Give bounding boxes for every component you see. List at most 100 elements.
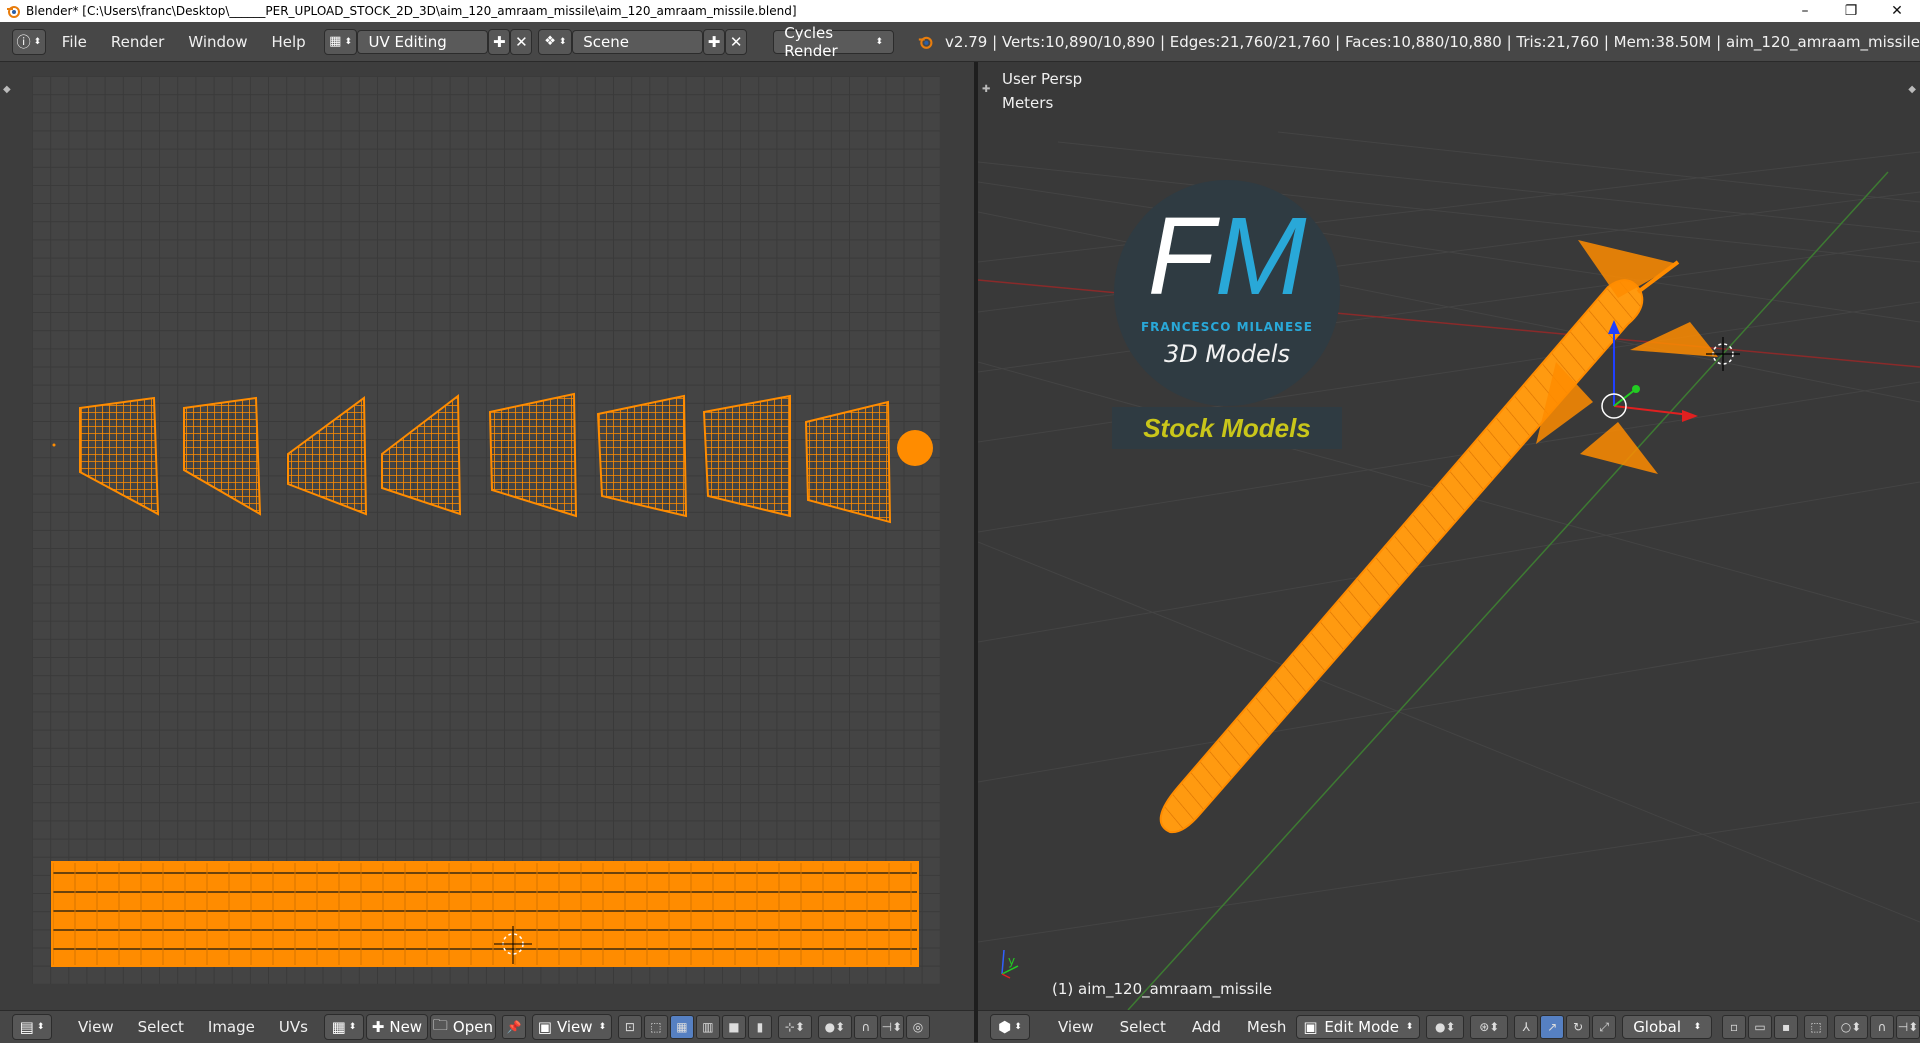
menu-file[interactable]: File bbox=[62, 33, 87, 51]
active-object-label: (1) aim_120_amraam_missile bbox=[1052, 980, 1273, 998]
view-mode-label: View bbox=[556, 1018, 593, 1036]
info-header: ⓘ ⬍ File Render Window Help ▦ ⬍ UV Editing… bbox=[0, 22, 1920, 62]
logo-subtitle: 3D Models bbox=[1164, 340, 1290, 368]
pivot-dropdown[interactable]: ⊹⬍ bbox=[777, 1015, 812, 1039]
delete-screen-button[interactable]: ✕ bbox=[510, 28, 533, 55]
orientation-dropdown[interactable]: Global ⬍ bbox=[1622, 1015, 1713, 1039]
y-handle-icon[interactable] bbox=[1632, 385, 1640, 393]
uv-island[interactable] bbox=[381, 394, 462, 516]
chevron-updown-icon: ⬍ bbox=[598, 1022, 607, 1032]
scale-manipulator-icon[interactable]: ⤢ bbox=[1592, 1015, 1617, 1039]
open-image-label: Open bbox=[452, 1018, 493, 1036]
browse-image-button[interactable]: ▦ ⬍ bbox=[323, 1014, 364, 1040]
add-screen-button[interactable]: ✚ bbox=[488, 28, 511, 55]
rotate-manipulator-icon[interactable]: ↻ bbox=[1566, 1015, 1591, 1039]
uv-menu-view[interactable]: View bbox=[78, 1018, 114, 1036]
limit-selection-icon[interactable]: ⬚ bbox=[1804, 1015, 1829, 1039]
close-button[interactable]: ✕ bbox=[1874, 0, 1920, 22]
edge-select-mode-icon[interactable]: ▭ bbox=[1748, 1015, 1773, 1039]
region-toggle-icon[interactable]: ◆ bbox=[1908, 84, 1916, 95]
uv-island[interactable] bbox=[804, 400, 892, 524]
add-scene-button[interactable]: ✚ bbox=[703, 28, 726, 55]
overlay-icon[interactable]: ◎ bbox=[905, 1015, 930, 1039]
3d-cursor-icon[interactable] bbox=[1706, 337, 1740, 371]
editor-type-image-button[interactable]: ▤ ⬍ bbox=[12, 1014, 52, 1040]
uv-island-body-strip[interactable] bbox=[51, 861, 919, 967]
island-select-icon[interactable]: ▮ bbox=[747, 1015, 772, 1039]
menu-render[interactable]: Render bbox=[111, 33, 164, 51]
scene-field[interactable]: Scene bbox=[572, 29, 704, 54]
open-image-button[interactable]: 🗀 Open bbox=[429, 1014, 496, 1040]
uv-select-mode-icon[interactable]: ⬚ bbox=[643, 1015, 668, 1039]
pin-icon[interactable]: 📌 bbox=[501, 1015, 526, 1039]
viewport-menu-select[interactable]: Select bbox=[1120, 1018, 1166, 1036]
uv-island[interactable] bbox=[183, 396, 262, 516]
viewport-menu-view[interactable]: View bbox=[1058, 1018, 1094, 1036]
proportional-edit-dropdown[interactable]: ●⬍ bbox=[817, 1015, 852, 1039]
menu-help[interactable]: Help bbox=[271, 33, 305, 51]
uv-menu-select[interactable]: Select bbox=[138, 1018, 184, 1036]
uv-image-editor[interactable]: ◆ bbox=[0, 62, 974, 1010]
translate-manipulator-icon[interactable]: ↗ bbox=[1540, 1015, 1565, 1039]
window-titlebar: Blender* [C:\Users\franc\Desktop\______P… bbox=[0, 0, 1920, 22]
uv-islands[interactable] bbox=[32, 76, 940, 984]
blender-logo-icon bbox=[918, 36, 933, 49]
fin[interactable] bbox=[1580, 422, 1658, 474]
fin[interactable] bbox=[1578, 240, 1678, 298]
region-toggle-icon[interactable]: ✚ bbox=[982, 84, 990, 95]
uv-island[interactable] bbox=[702, 394, 791, 518]
uv-island[interactable] bbox=[596, 394, 688, 518]
pivot-point-dropdown[interactable]: ⊛⬍ bbox=[1470, 1015, 1509, 1039]
screen-layout-selector[interactable]: ▦ ⬍ bbox=[323, 28, 358, 55]
sync-selection-icon[interactable]: ⊡ bbox=[617, 1015, 642, 1039]
menu-window[interactable]: Window bbox=[188, 33, 247, 51]
render-engine-dropdown[interactable]: Cycles Render ⬍ bbox=[773, 24, 894, 60]
view-mode-dropdown[interactable]: ▣ View ⬍ bbox=[531, 1014, 612, 1040]
shading-dropdown[interactable]: ●⬍ bbox=[1426, 1015, 1465, 1039]
face-select-icon[interactable]: ■ bbox=[721, 1015, 746, 1039]
proportional-editing-dropdown[interactable]: ○⬍ bbox=[1834, 1015, 1869, 1039]
uv-point[interactable] bbox=[52, 443, 56, 447]
uv-grid[interactable] bbox=[32, 76, 940, 984]
uv-island[interactable] bbox=[488, 392, 578, 518]
image-icon: ▦ bbox=[331, 1018, 346, 1036]
restore-button[interactable]: ❐ bbox=[1828, 0, 1874, 22]
new-image-button[interactable]: ✚ New bbox=[365, 1014, 428, 1040]
vertex-select-mode-icon[interactable]: ▫ bbox=[1722, 1015, 1747, 1039]
watermark-banner: Stock Models bbox=[1112, 407, 1342, 449]
minimize-button[interactable]: – bbox=[1782, 0, 1828, 22]
editor-type-info-button[interactable]: ⓘ ⬍ bbox=[12, 28, 46, 55]
viewport-menu-add[interactable]: Add bbox=[1192, 1018, 1221, 1036]
snap-element-icon[interactable]: ⊣⬍ bbox=[1896, 1015, 1920, 1039]
uv-island-fins[interactable] bbox=[79, 392, 892, 524]
uv-island[interactable] bbox=[79, 396, 160, 516]
stretch-icon[interactable]: ⊣⬍ bbox=[879, 1015, 904, 1039]
3d-viewport[interactable]: ✚ ◆ User Persp Meters y (1) aim_120_amra… bbox=[978, 62, 1920, 1010]
scene-selector[interactable]: ❖ ⬍ bbox=[538, 28, 573, 55]
plus-icon: ✚ bbox=[707, 32, 721, 51]
manipulator-toggle-icon[interactable]: ⅄ bbox=[1514, 1015, 1539, 1039]
viewport-menu-mesh[interactable]: Mesh bbox=[1247, 1018, 1287, 1036]
vertex-select-icon[interactable]: ▦ bbox=[669, 1015, 694, 1039]
watermark-logo: FM FRANCESCO MILANESE 3D Models bbox=[1114, 180, 1340, 406]
uv-menu-uvs[interactable]: UVs bbox=[279, 1018, 308, 1036]
edge-select-icon[interactable]: ▥ bbox=[695, 1015, 720, 1039]
mode-dropdown[interactable]: ▣ Edit Mode ⬍ bbox=[1296, 1015, 1421, 1039]
snap-icon[interactable]: ∩ bbox=[853, 1015, 878, 1039]
face-select-mode-icon[interactable]: ▪ bbox=[1774, 1015, 1799, 1039]
mode-label: Edit Mode bbox=[1324, 1018, 1400, 1036]
x-arrow-icon[interactable] bbox=[1682, 410, 1698, 422]
fin[interactable] bbox=[1630, 322, 1718, 357]
uv-menu-image[interactable]: Image bbox=[208, 1018, 255, 1036]
chevron-updown-icon: ⬍ bbox=[875, 36, 883, 47]
region-toggle-icon[interactable]: ◆ bbox=[3, 84, 11, 95]
delete-scene-button[interactable]: ✕ bbox=[725, 28, 748, 55]
screen-layout-field[interactable]: UV Editing bbox=[357, 29, 489, 54]
snap-toggle-icon[interactable]: ∩ bbox=[1870, 1015, 1895, 1039]
uv-island[interactable] bbox=[287, 396, 368, 516]
scene-statistics: v2.79 | Verts:10,890/10,890 | Edges:21,7… bbox=[945, 32, 1920, 51]
chevron-updown-icon: ⬍ bbox=[1405, 1022, 1414, 1032]
viewport-header: ⬢ ⬍ View Select Add Mesh ▣ Edit Mode ⬍ ●⬍ ⊛… bbox=[978, 1010, 1920, 1043]
uv-island-cap[interactable] bbox=[897, 430, 933, 466]
editor-type-3d-button[interactable]: ⬢ ⬍ bbox=[990, 1014, 1030, 1040]
